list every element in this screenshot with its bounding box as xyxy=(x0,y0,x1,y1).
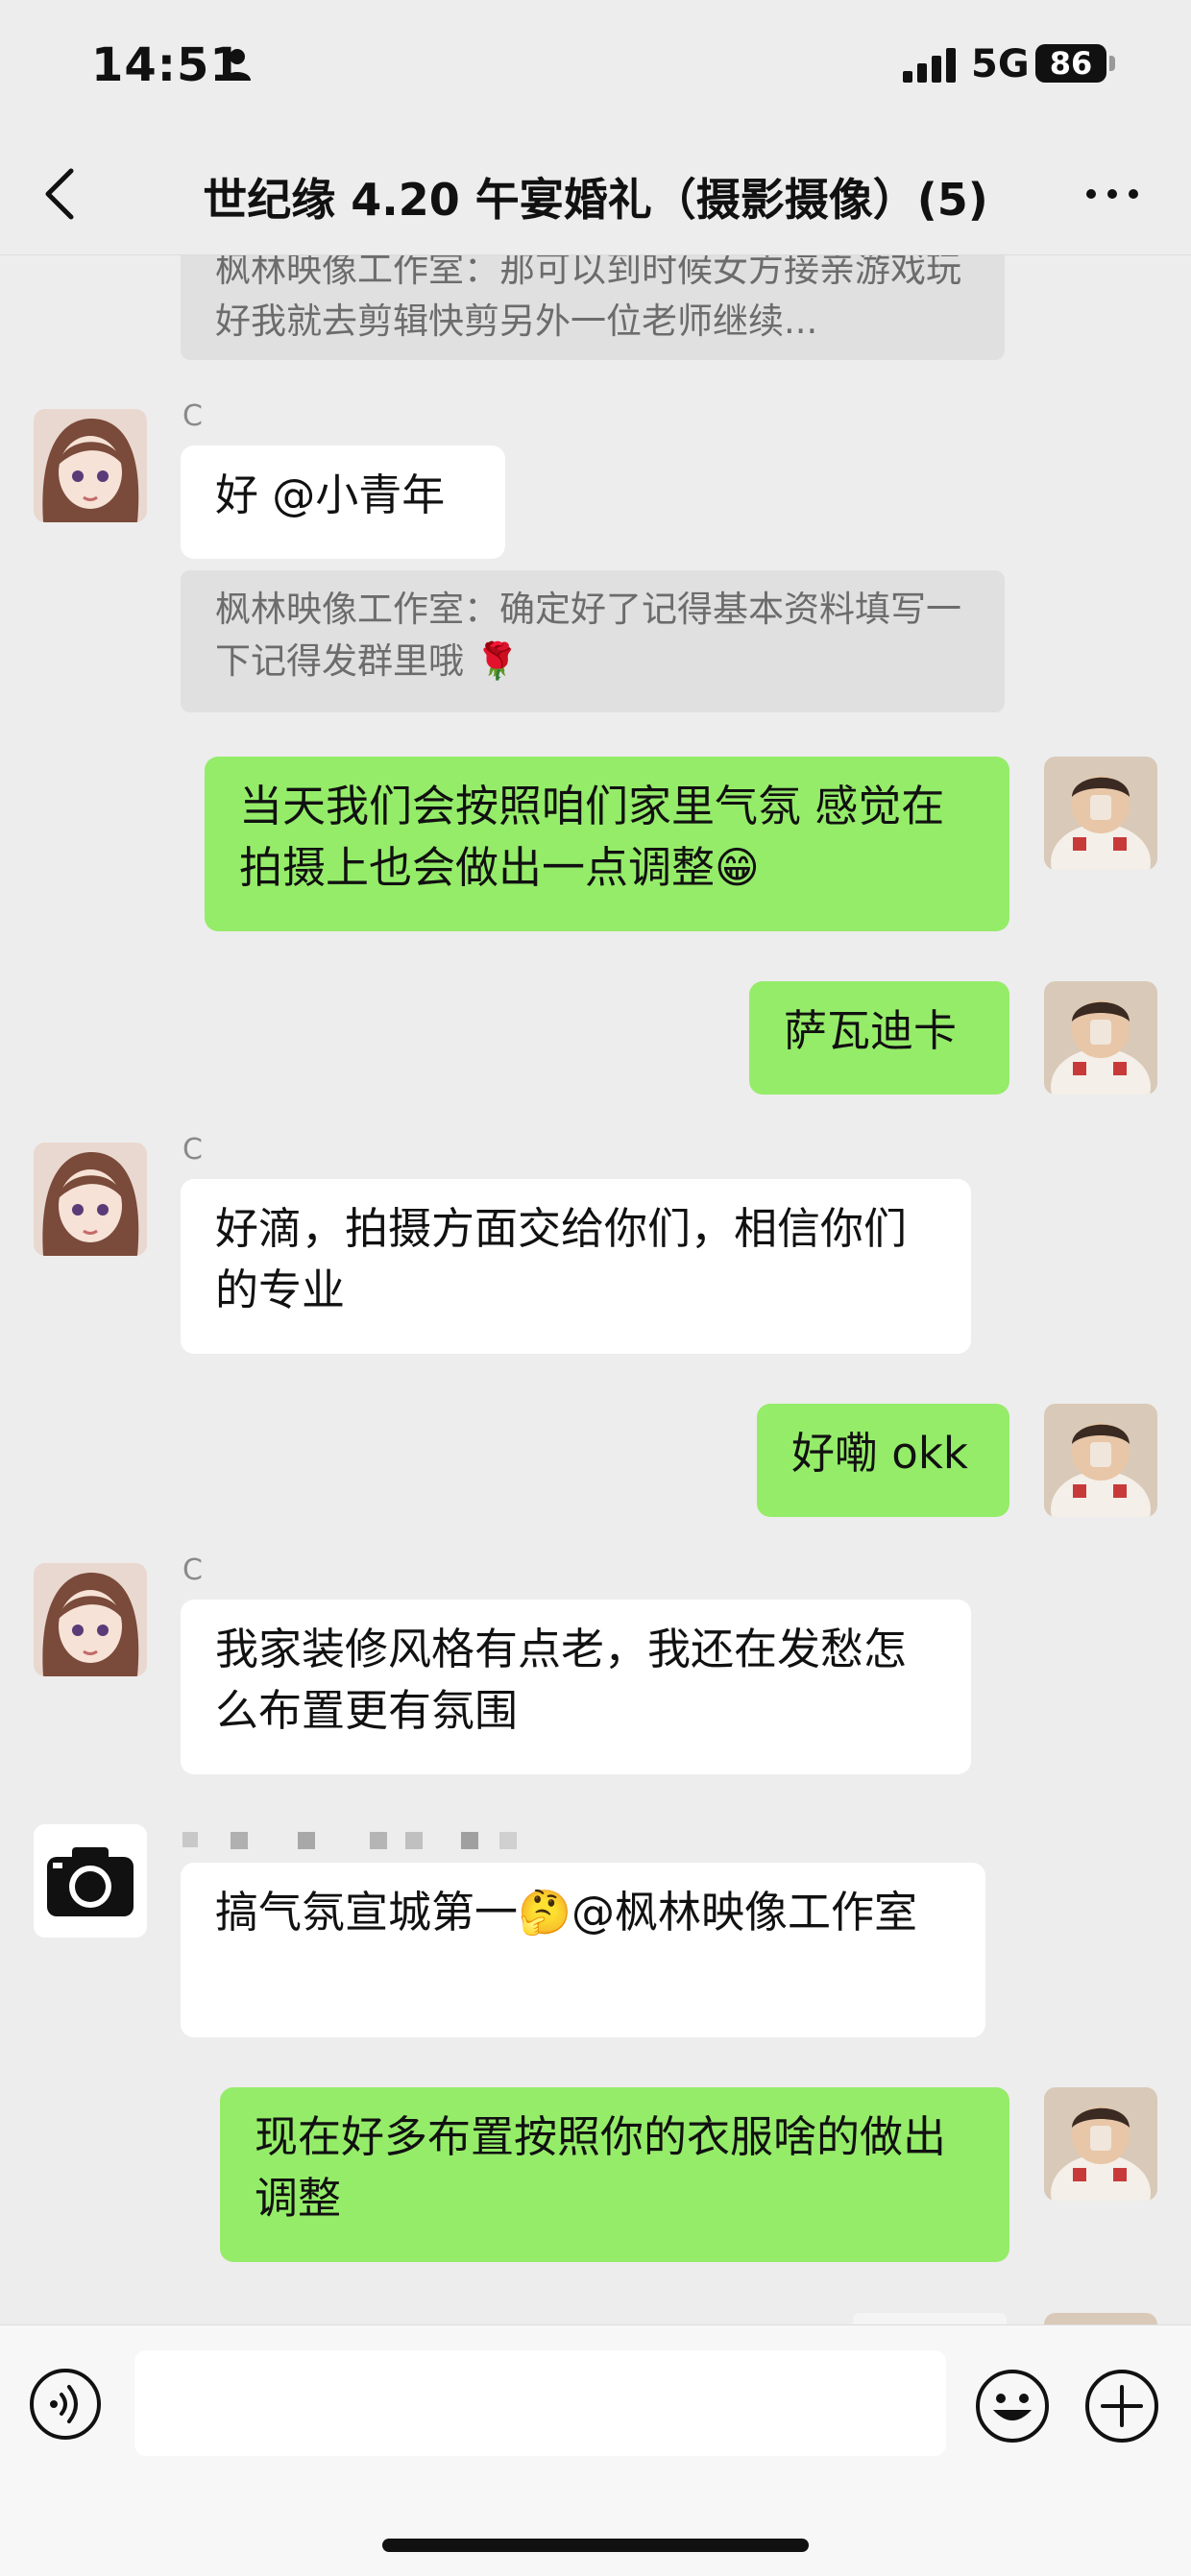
signal-icon xyxy=(903,48,956,83)
message-bubble-incoming[interactable]: 搞气氛宣城第一🤔@枫林映像工作室 xyxy=(181,1863,985,2037)
message-bubble-outgoing[interactable]: 萨瓦迪卡 xyxy=(749,981,1009,1095)
message-bubble-outgoing[interactable]: 当天我们会按照咱们家里气氛 感觉在拍摄上也会做出一点调整😁 xyxy=(205,757,1009,931)
avatar[interactable] xyxy=(34,1143,147,1256)
avatar[interactable] xyxy=(1044,757,1157,870)
message-text: 我家装修风格有点老，我还在发愁怎么布置更有氛围 xyxy=(215,1624,908,1736)
status-time: 14:51 xyxy=(91,38,243,92)
message-text: 好 @小青年 xyxy=(215,469,446,520)
girl-avatar-icon xyxy=(34,1563,147,1676)
emoji-icon[interactable] xyxy=(974,2368,1051,2444)
battery-tip xyxy=(1109,56,1115,71)
message-bubble-outgoing[interactable]: 现在好多布置按照你的衣服啥的做出调整 xyxy=(220,2087,1009,2262)
avatar[interactable] xyxy=(34,409,147,522)
avatar[interactable] xyxy=(1044,2087,1157,2201)
sender-name-blurred xyxy=(182,1832,517,1849)
message-bubble-outgoing[interactable]: 好嘞 okk xyxy=(757,1404,1009,1517)
boy-avatar-icon xyxy=(1044,1404,1157,1517)
boy-avatar-icon xyxy=(1044,981,1157,1095)
person-icon xyxy=(224,49,251,81)
message-bubble-incoming[interactable]: 我家装修风格有点老，我还在发愁怎么布置更有氛围 xyxy=(181,1600,971,1774)
message-bubble-incoming[interactable]: 好 @小青年 xyxy=(181,445,505,559)
input-bar xyxy=(0,2324,1191,2576)
message-text: 搞气氛宣城第一🤔@枫林映像工作室 xyxy=(215,1887,918,1938)
image-message-thumbnail[interactable] xyxy=(853,2313,1007,2324)
more-dots-icon[interactable] xyxy=(1083,184,1141,204)
quoted-message-text: 枫林映像工作室：那可以到时候女方接亲游戏玩好我就去剪辑快剪另外一位老师继续... xyxy=(215,255,961,342)
sender-name: C xyxy=(182,1133,203,1167)
chevron-left-icon[interactable] xyxy=(38,165,81,223)
girl-avatar-icon xyxy=(34,1143,147,1256)
chat-header: 世纪缘 4.20 午宴婚礼（摄影摄像）(5) xyxy=(0,134,1191,255)
avatar[interactable] xyxy=(34,1824,147,1938)
chat-title: 世纪缘 4.20 午宴婚礼（摄影摄像）(5) xyxy=(203,174,988,226)
message-text: 现在好多布置按照你的衣服啥的做出调整 xyxy=(255,2111,947,2224)
message-text: 好嘞 okk xyxy=(791,1428,968,1479)
sender-name: C xyxy=(182,1553,203,1587)
girl-avatar-icon xyxy=(34,409,147,522)
voice-icon[interactable] xyxy=(29,2368,102,2441)
avatar[interactable] xyxy=(1044,981,1157,1095)
status-bar: 14:51 5G 86 xyxy=(0,0,1191,134)
quoted-message[interactable]: 枫林映像工作室：确定好了记得基本资料填写一下记得发群里哦 🌹 xyxy=(181,570,1005,712)
camera-icon xyxy=(34,1824,147,1938)
message-bubble-incoming[interactable]: 好滴，拍摄方面交给你们，相信你们的专业 xyxy=(181,1179,971,1354)
network-label: 5G xyxy=(971,42,1030,86)
message-list[interactable]: 枫林映像工作室：那可以到时候女方接亲游戏玩好我就去剪辑快剪另外一位老师继续...… xyxy=(0,255,1191,2324)
message-text: 萨瓦迪卡 xyxy=(784,1005,958,1056)
avatar[interactable] xyxy=(1044,2313,1157,2324)
message-text: 当天我们会按照咱们家里气氛 感觉在拍摄上也会做出一点调整😁 xyxy=(239,781,945,893)
message-input[interactable] xyxy=(134,2350,946,2456)
quoted-message-text: 枫林映像工作室：确定好了记得基本资料填写一下记得发群里哦 🌹 xyxy=(215,589,961,682)
plus-icon[interactable] xyxy=(1083,2368,1160,2444)
boy-avatar-icon xyxy=(1044,2087,1157,2201)
home-indicator xyxy=(382,2539,809,2552)
avatar[interactable] xyxy=(1044,1404,1157,1517)
avatar[interactable] xyxy=(34,1563,147,1676)
boy-avatar-icon xyxy=(1044,757,1157,870)
battery-icon: 86 xyxy=(1035,44,1106,83)
message-text: 好滴，拍摄方面交给你们，相信你们的专业 xyxy=(215,1203,908,1315)
quoted-message[interactable]: 枫林映像工作室：那可以到时候女方接亲游戏玩好我就去剪辑快剪另外一位老师继续... xyxy=(181,255,1005,360)
sender-name: C xyxy=(182,399,203,433)
